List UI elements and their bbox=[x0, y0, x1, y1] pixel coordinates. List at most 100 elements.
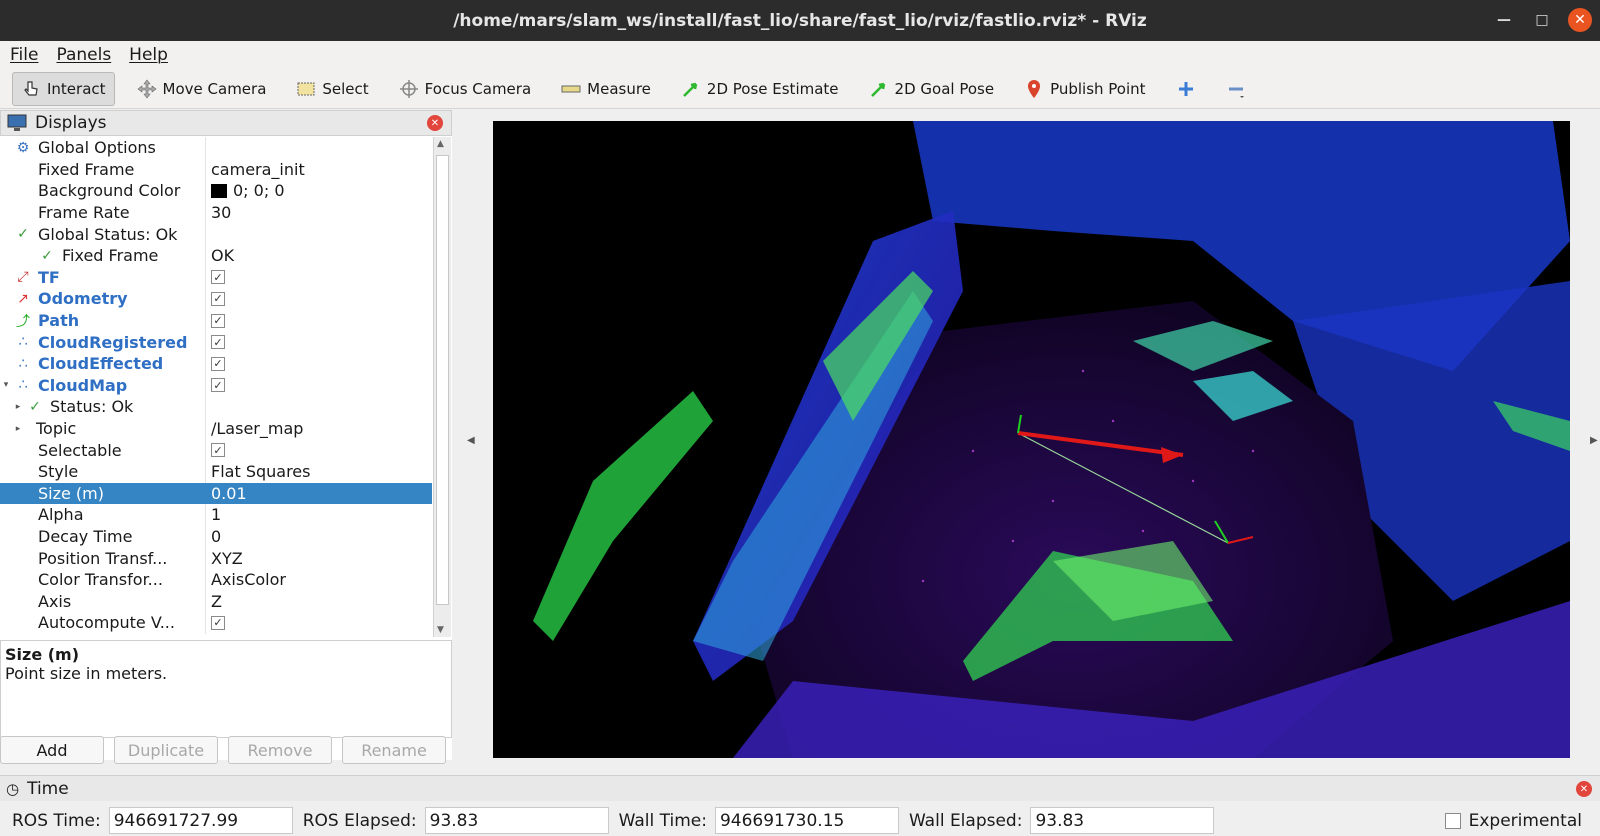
point-cloud-icon: ∴ bbox=[18, 377, 28, 394]
menu-file[interactable]: File bbox=[10, 45, 38, 65]
crosshair-icon bbox=[399, 79, 418, 98]
select-button[interactable]: Select bbox=[288, 72, 376, 106]
path-icon: ⤴ bbox=[16, 313, 30, 330]
tree-row-cloud-registered[interactable]: ∴ CloudRegistered ✓ bbox=[0, 331, 432, 353]
tf-axes-icon: ⤢ bbox=[17, 269, 29, 286]
ruler-icon bbox=[561, 85, 581, 92]
cloud-map-checkbox[interactable]: ✓ bbox=[211, 378, 225, 393]
collapse-right-icon[interactable]: ▶ bbox=[1590, 435, 1598, 446]
select-box-icon bbox=[297, 82, 315, 95]
menu-help[interactable]: Help bbox=[129, 45, 168, 65]
publish-point-button[interactable]: Publish Point bbox=[1016, 72, 1153, 106]
wall-time-field[interactable]: 946691730.15 bbox=[714, 807, 899, 834]
ros-time-label: ROS Time: bbox=[12, 810, 101, 831]
duplicate-button[interactable]: Duplicate bbox=[114, 736, 218, 764]
minimize-icon[interactable]: — bbox=[1492, 8, 1516, 32]
tree-row-axis[interactable]: Axis Z bbox=[0, 590, 432, 613]
scroll-down-icon[interactable]: ▼ bbox=[437, 625, 444, 635]
measure-button[interactable]: Measure bbox=[553, 72, 659, 106]
rename-button[interactable]: Rename bbox=[342, 736, 446, 764]
color-swatch bbox=[211, 183, 227, 198]
wall-elapsed-field[interactable]: 93.83 bbox=[1030, 807, 1215, 834]
tree-row-decay-time[interactable]: Decay Time 0 bbox=[0, 525, 432, 548]
clock-icon: ◷ bbox=[6, 779, 20, 798]
close-icon[interactable]: ✕ bbox=[1568, 8, 1592, 32]
displays-scrollbar[interactable]: ▲ ▼ bbox=[433, 137, 451, 637]
plus-icon bbox=[1178, 81, 1193, 96]
point-cloud-icon: ∴ bbox=[18, 334, 28, 351]
focus-camera-button[interactable]: Focus Camera bbox=[391, 72, 539, 106]
toolbar: Interact Move Camera Select Focus Camera… bbox=[0, 69, 1600, 109]
autocompute-checkbox[interactable]: ✓ bbox=[211, 615, 225, 630]
hand-pointer-icon bbox=[24, 80, 38, 96]
tree-row-alpha[interactable]: Alpha 1 bbox=[0, 504, 432, 526]
tree-row-global-options[interactable]: ⚙ Global Options bbox=[0, 137, 432, 159]
time-panel-header: ◷ Time ✕ bbox=[0, 775, 1600, 801]
odometry-enabled-checkbox[interactable]: ✓ bbox=[211, 291, 225, 306]
help-title: Size (m) bbox=[5, 645, 80, 664]
ros-elapsed-field[interactable]: 93.83 bbox=[424, 807, 609, 834]
scrollbar-thumb[interactable] bbox=[436, 155, 449, 605]
window-title: /home/mars/slam_ws/install/fast_lio/shar… bbox=[453, 10, 1147, 31]
menu-panels[interactable]: Panels bbox=[56, 45, 111, 65]
remove-tool-button[interactable] bbox=[1218, 72, 1254, 106]
experimental-label: Experimental bbox=[1468, 810, 1582, 831]
collapse-left-icon[interactable]: ◀ bbox=[467, 435, 475, 446]
close-panel-icon[interactable]: ✕ bbox=[1576, 781, 1592, 797]
tree-row-frame-rate[interactable]: Frame Rate 30 bbox=[0, 201, 432, 224]
path-enabled-checkbox[interactable]: ✓ bbox=[211, 313, 225, 328]
tree-row-fixed-frame[interactable]: Fixed Frame camera_init bbox=[0, 158, 432, 181]
time-panel: ROS Time: 946691727.99 ROS Elapsed: 93.8… bbox=[0, 805, 1600, 836]
tree-row-position-transformer[interactable]: Position Transf... XYZ bbox=[0, 547, 432, 569]
map-pin-icon bbox=[1028, 79, 1041, 98]
tree-row-cloud-map[interactable]: ▾ ∴ CloudMap ✓ bbox=[0, 374, 432, 397]
green-arrow-icon bbox=[870, 82, 885, 97]
tree-row-selectable[interactable]: Selectable ✓ bbox=[0, 439, 432, 461]
displays-title: Displays bbox=[35, 113, 107, 133]
tree-row-background-color[interactable]: Background Color 0; 0; 0 bbox=[0, 180, 432, 202]
expanded-arrow-icon[interactable]: ▾ bbox=[0, 380, 12, 390]
title-bar: /home/mars/slam_ws/install/fast_lio/shar… bbox=[0, 0, 1600, 41]
tf-enabled-checkbox[interactable]: ✓ bbox=[211, 270, 225, 285]
cloud-effected-checkbox[interactable]: ✓ bbox=[211, 356, 225, 371]
goal-pose-button[interactable]: 2D Goal Pose bbox=[861, 72, 1003, 106]
displays-tree: ⚙ Global Options Fixed Frame camera_init … bbox=[0, 137, 432, 637]
minus-icon bbox=[1228, 87, 1244, 98]
maximize-icon[interactable]: □ bbox=[1530, 8, 1554, 32]
tree-row-odometry[interactable]: ↗ Odometry ✓ bbox=[0, 288, 432, 310]
tree-row-status[interactable]: ▸ ✓ Status: Ok bbox=[0, 396, 432, 418]
add-button[interactable]: Add bbox=[0, 736, 104, 764]
tree-row-topic[interactable]: ▸ Topic /Laser_map bbox=[0, 417, 432, 440]
odometry-icon: ↗ bbox=[17, 290, 29, 307]
tree-row-autocompute[interactable]: Autocompute V... ✓ bbox=[0, 612, 432, 634]
tree-row-path[interactable]: ⤴ Path ✓ bbox=[0, 309, 432, 332]
cloud-registered-checkbox[interactable]: ✓ bbox=[211, 335, 225, 350]
collapsed-arrow-icon[interactable]: ▸ bbox=[12, 424, 24, 434]
remove-button[interactable]: Remove bbox=[228, 736, 332, 764]
tree-row-fixed-frame-status[interactable]: ✓ Fixed Frame OK bbox=[0, 244, 432, 267]
move-arrows-icon bbox=[137, 79, 157, 98]
close-panel-icon[interactable]: ✕ bbox=[427, 115, 443, 131]
tree-row-cloud-effected[interactable]: ∴ CloudEffected ✓ bbox=[0, 352, 432, 375]
tree-row-style[interactable]: Style Flat Squares bbox=[0, 460, 432, 483]
monitor-icon bbox=[7, 114, 27, 131]
tree-row-tf[interactable]: ⤢ TF ✓ bbox=[0, 266, 432, 289]
tree-row-size[interactable]: Size (m) 0.01 bbox=[0, 482, 432, 505]
interact-button[interactable]: Interact bbox=[12, 71, 115, 106]
experimental-checkbox[interactable] bbox=[1444, 812, 1461, 829]
scroll-up-icon[interactable]: ▲ bbox=[437, 139, 444, 149]
menu-bar: File Panels Help bbox=[0, 41, 1600, 69]
time-panel-title: Time bbox=[27, 778, 69, 799]
add-tool-button[interactable] bbox=[1168, 72, 1204, 106]
tree-row-color-transformer[interactable]: Color Transfor... AxisColor bbox=[0, 568, 432, 591]
pose-estimate-button[interactable]: 2D Pose Estimate bbox=[673, 72, 847, 106]
3d-viewport[interactable] bbox=[493, 121, 1570, 758]
check-icon: ✓ bbox=[41, 247, 53, 264]
collapsed-arrow-icon[interactable]: ▸ bbox=[12, 402, 24, 412]
move-camera-button[interactable]: Move Camera bbox=[129, 72, 275, 106]
point-cloud-render bbox=[533, 121, 1570, 758]
displays-header: Displays ✕ bbox=[0, 110, 452, 136]
tree-row-global-status[interactable]: ✓ Global Status: Ok bbox=[0, 223, 432, 245]
selectable-checkbox[interactable]: ✓ bbox=[211, 443, 225, 458]
ros-time-field[interactable]: 946691727.99 bbox=[108, 807, 293, 834]
